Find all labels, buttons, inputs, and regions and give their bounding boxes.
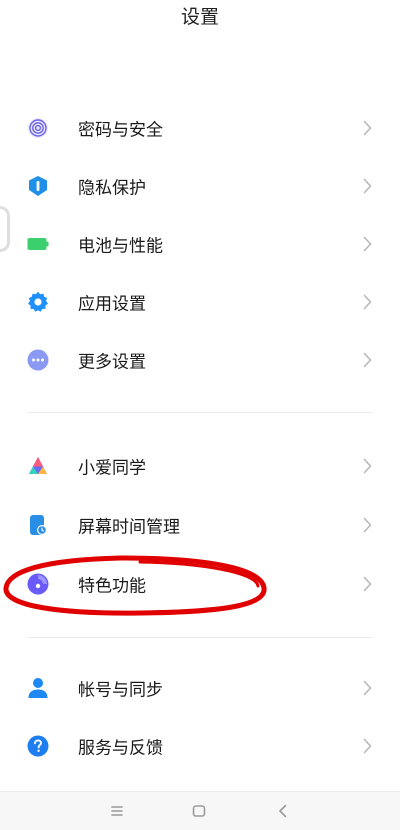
menu-icon[interactable] — [106, 800, 128, 822]
chevron-right-icon — [363, 458, 372, 474]
settings-item-battery[interactable]: 电池与性能 — [0, 215, 400, 273]
home-icon[interactable] — [188, 800, 210, 822]
system-navigation-bar — [0, 791, 400, 830]
fingerprint-icon — [28, 118, 48, 138]
settings-item-account-sync[interactable]: 帐号与同步 — [0, 659, 400, 717]
back-icon[interactable] — [272, 800, 294, 822]
settings-item-special-features[interactable]: 特色功能 — [0, 555, 400, 613]
chevron-right-icon — [363, 517, 372, 533]
chevron-right-icon — [363, 738, 372, 754]
screen-time-icon — [30, 515, 47, 535]
settings-item-password-security[interactable]: 密码与安全 — [0, 99, 400, 157]
settings-screen: 设置 密码与安全 隐私保护 电池与性能 应用设置 更多设置 小爱同学 屏幕时间管… — [0, 0, 400, 830]
chevron-right-icon — [363, 120, 372, 136]
settings-item-privacy[interactable]: 隐私保护 — [0, 157, 400, 215]
settings-item-xiaoai[interactable]: 小爱同学 — [0, 437, 400, 495]
battery-icon — [27, 238, 49, 250]
chevron-right-icon — [363, 236, 372, 252]
settings-item-label: 电池与性能 — [78, 236, 163, 257]
settings-item-label: 更多设置 — [78, 352, 146, 373]
section-divider — [27, 637, 372, 638]
chevron-right-icon — [363, 178, 372, 194]
settings-item-label: 帐号与同步 — [78, 680, 163, 701]
chevron-right-icon — [363, 576, 372, 592]
xiaoai-assistant-icon — [29, 457, 47, 474]
settings-item-service-feedback[interactable]: 服务与反馈 — [0, 717, 400, 775]
settings-item-label: 特色功能 — [78, 576, 146, 597]
chevron-right-icon — [363, 352, 372, 368]
gear-icon — [28, 291, 48, 312]
settings-item-label: 服务与反馈 — [78, 738, 163, 759]
account-icon — [28, 678, 48, 698]
privacy-shield-icon — [29, 176, 47, 196]
settings-item-label: 小爱同学 — [78, 458, 146, 479]
settings-item-label: 密码与安全 — [78, 120, 163, 141]
settings-item-more-settings[interactable]: 更多设置 — [0, 331, 400, 389]
page-title: 设置 — [180, 6, 219, 28]
chevron-right-icon — [363, 294, 372, 310]
section-divider — [27, 412, 372, 413]
settings-item-app-settings[interactable]: 应用设置 — [0, 273, 400, 331]
special-features-icon — [27, 573, 49, 595]
settings-item-label: 屏幕时间管理 — [78, 517, 180, 538]
more-dots-icon — [27, 349, 49, 371]
settings-item-screen-time[interactable]: 屏幕时间管理 — [0, 496, 400, 554]
settings-item-label: 应用设置 — [78, 294, 146, 315]
settings-item-label: 隐私保护 — [78, 178, 146, 199]
chevron-right-icon — [363, 680, 372, 696]
help-icon — [27, 735, 49, 757]
